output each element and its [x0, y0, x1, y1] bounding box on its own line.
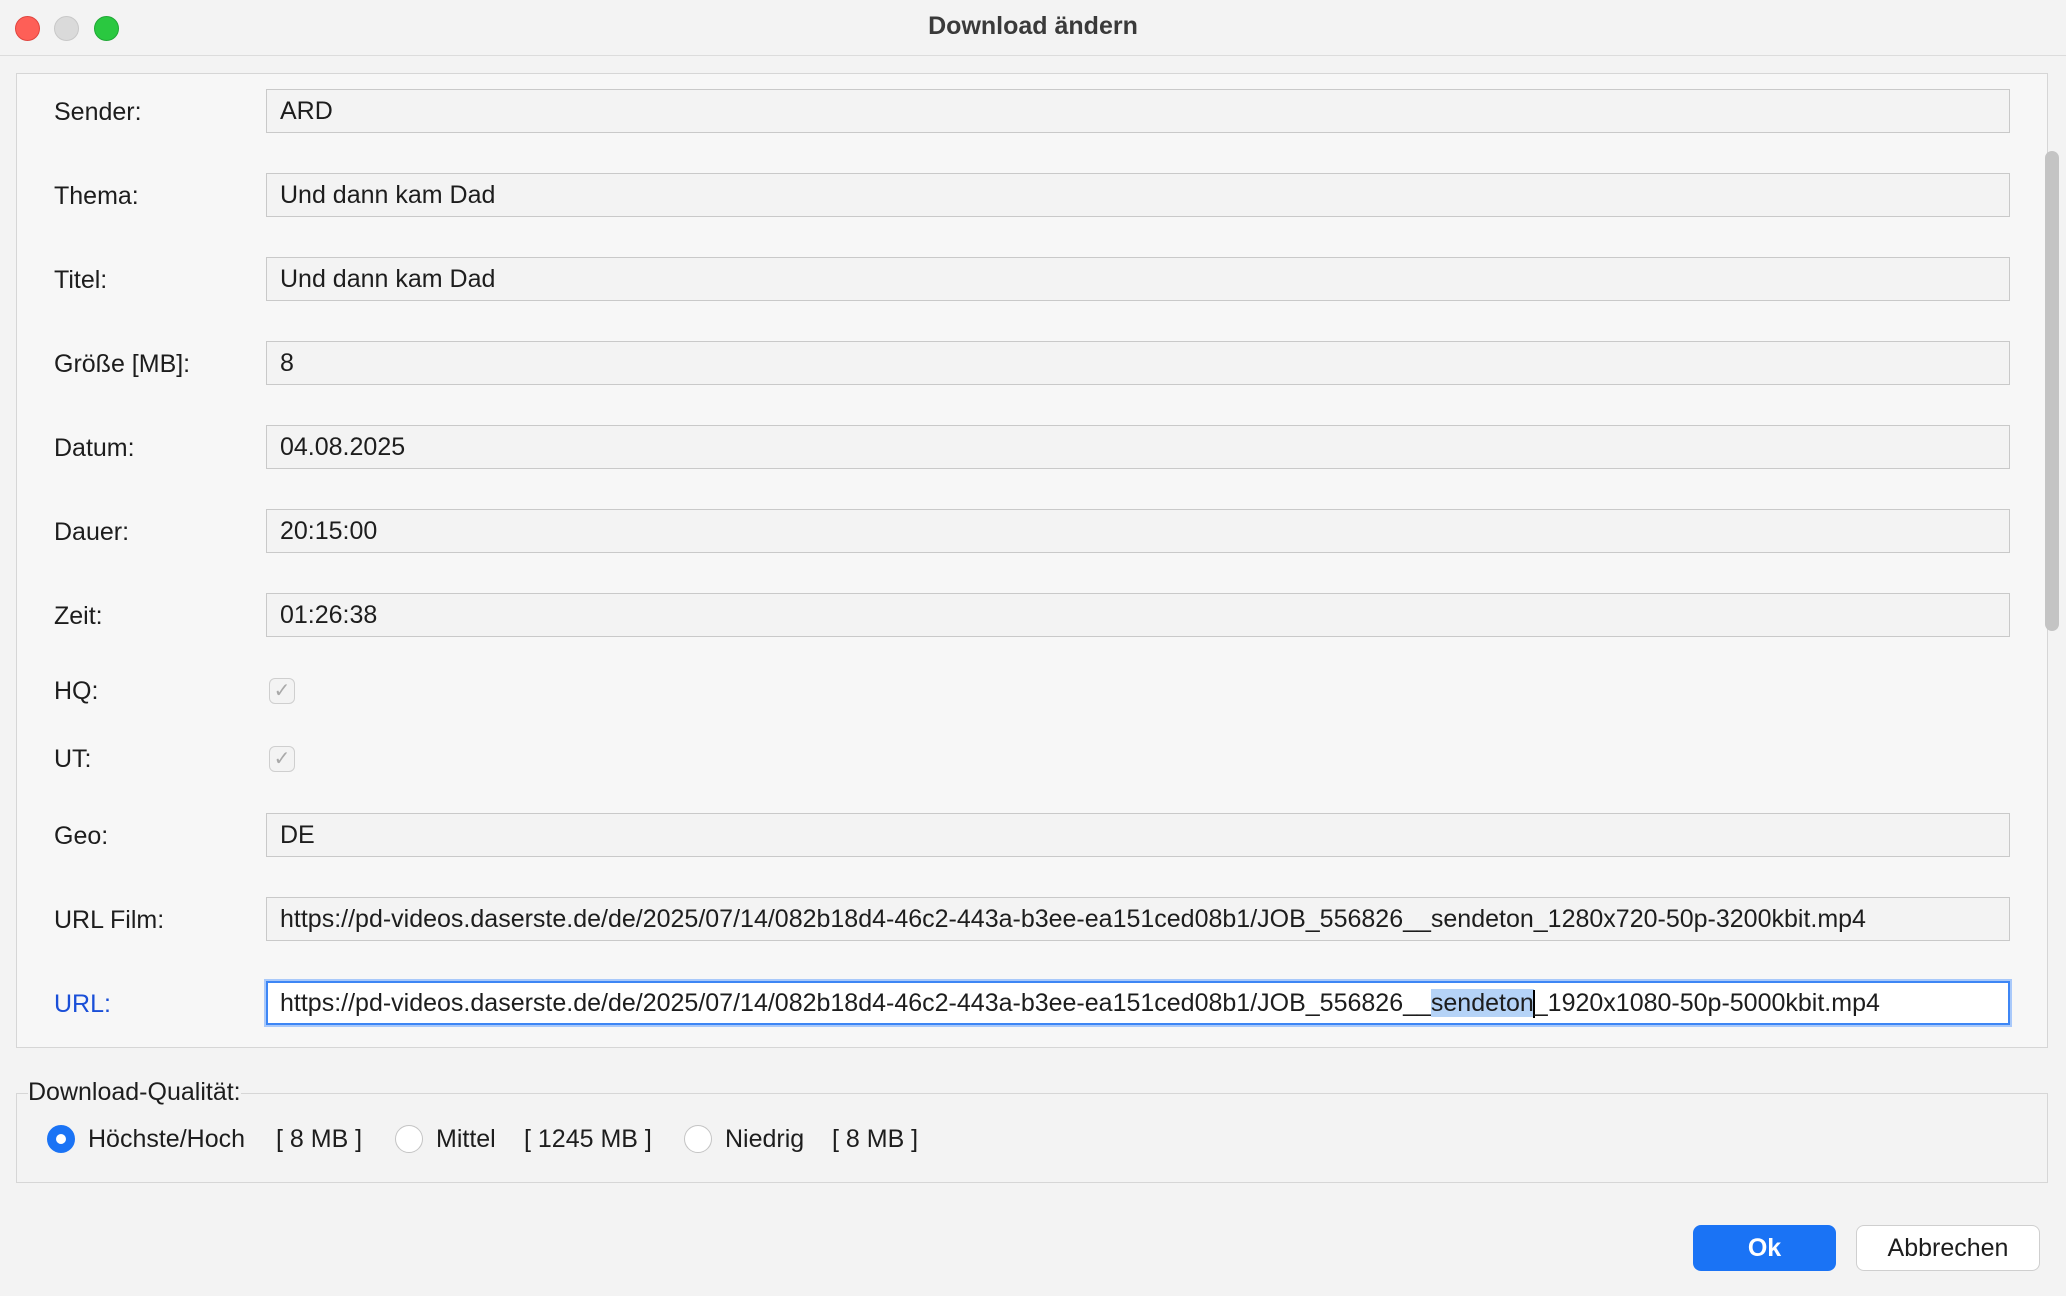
sender-label: Sender: [54, 98, 142, 126]
row-geo: Geo: DE [17, 813, 2017, 859]
dialog-window: Download ändern Sender: ARD Thema: Und d… [0, 0, 2066, 1296]
quality-high-radio[interactable] [47, 1125, 75, 1153]
ut-checkbox[interactable]: ✓ [269, 746, 295, 772]
row-ut: UT: ✓ [17, 736, 2017, 782]
title-bar: Download ändern [0, 0, 2066, 56]
dauer-field[interactable]: 20:15:00 [266, 509, 2010, 553]
url-text-after: _1920x1080-50p-5000kbit.mp4 [1533, 989, 1880, 1017]
zeit-field[interactable]: 01:26:38 [266, 593, 2010, 637]
row-titel: Titel: Und dann kam Dad [17, 257, 2017, 303]
thema-label: Thema: [54, 182, 139, 210]
url-label: URL: [54, 990, 111, 1018]
quality-medium-radio[interactable] [395, 1125, 423, 1153]
titel-field[interactable]: Und dann kam Dad [266, 257, 2010, 301]
url-film-field[interactable]: https://pd-videos.daserste.de/de/2025/07… [266, 897, 2010, 941]
geo-label: Geo: [54, 822, 109, 850]
row-sender: Sender: ARD [17, 89, 2017, 135]
datum-label: Datum: [54, 434, 135, 462]
quality-low-radio[interactable] [684, 1125, 712, 1153]
row-groesse: Größe [MB]: 8 [17, 341, 2017, 387]
details-panel: Sender: ARD Thema: Und dann kam Dad Tite… [16, 73, 2059, 1048]
quality-high-label[interactable]: Höchste/Hoch [88, 1120, 245, 1158]
download-quality-group: Höchste/Hoch [ 8 MB ] Mittel [ 1245 MB ]… [16, 1093, 2048, 1183]
row-datum: Datum: 04.08.2025 [17, 425, 2017, 471]
window-title: Download ändern [928, 12, 1138, 40]
row-zeit: Zeit: 01:26:38 [17, 593, 2017, 639]
quality-medium-size: [ 1245 MB ] [524, 1125, 652, 1153]
row-url: URL: https://pd-videos.daserste.de/de/20… [17, 981, 2017, 1027]
row-thema: Thema: Und dann kam Dad [17, 173, 2017, 219]
geo-field[interactable]: DE [266, 813, 2010, 857]
url-field[interactable]: https://pd-videos.daserste.de/de/2025/07… [266, 981, 2010, 1025]
vertical-scrollbar[interactable] [2045, 151, 2059, 631]
quality-high-size: [ 8 MB ] [276, 1125, 363, 1153]
url-text-before: https://pd-videos.daserste.de/de/2025/07… [280, 989, 1431, 1017]
datum-field[interactable]: 04.08.2025 [266, 425, 2010, 469]
thema-field[interactable]: Und dann kam Dad [266, 173, 2010, 217]
groesse-field[interactable]: 8 [266, 341, 2010, 385]
ok-button[interactable]: Ok [1693, 1225, 1836, 1271]
titel-label: Titel: [54, 266, 108, 294]
quality-low-size: [ 8 MB ] [832, 1125, 919, 1153]
ut-label: UT: [54, 745, 92, 773]
zeit-label: Zeit: [54, 602, 103, 630]
sender-field[interactable]: ARD [266, 89, 2010, 133]
row-url-film: URL Film: https://pd-videos.daserste.de/… [17, 897, 2017, 943]
checkmark-icon: ✓ [273, 680, 291, 702]
hq-checkbox[interactable]: ✓ [269, 678, 295, 704]
url-film-label: URL Film: [54, 906, 165, 934]
quality-radio-group: Höchste/Hoch [ 8 MB ] Mittel [ 1245 MB ]… [17, 1094, 2047, 1184]
checkmark-icon: ✓ [273, 748, 291, 770]
dauer-label: Dauer: [54, 518, 130, 546]
groesse-label: Größe [MB]: [54, 350, 191, 378]
row-hq: HQ: ✓ [17, 668, 2017, 714]
quality-medium-label[interactable]: Mittel [436, 1120, 496, 1158]
quality-low-label[interactable]: Niedrig [725, 1120, 804, 1158]
url-text-selected: sendeton [1430, 989, 1534, 1017]
hq-label: HQ: [54, 677, 99, 705]
quality-legend: Download-Qualität: [28, 1078, 241, 1107]
cancel-button[interactable]: Abbrechen [1856, 1225, 2040, 1271]
row-dauer: Dauer: 20:15:00 [17, 509, 2017, 555]
